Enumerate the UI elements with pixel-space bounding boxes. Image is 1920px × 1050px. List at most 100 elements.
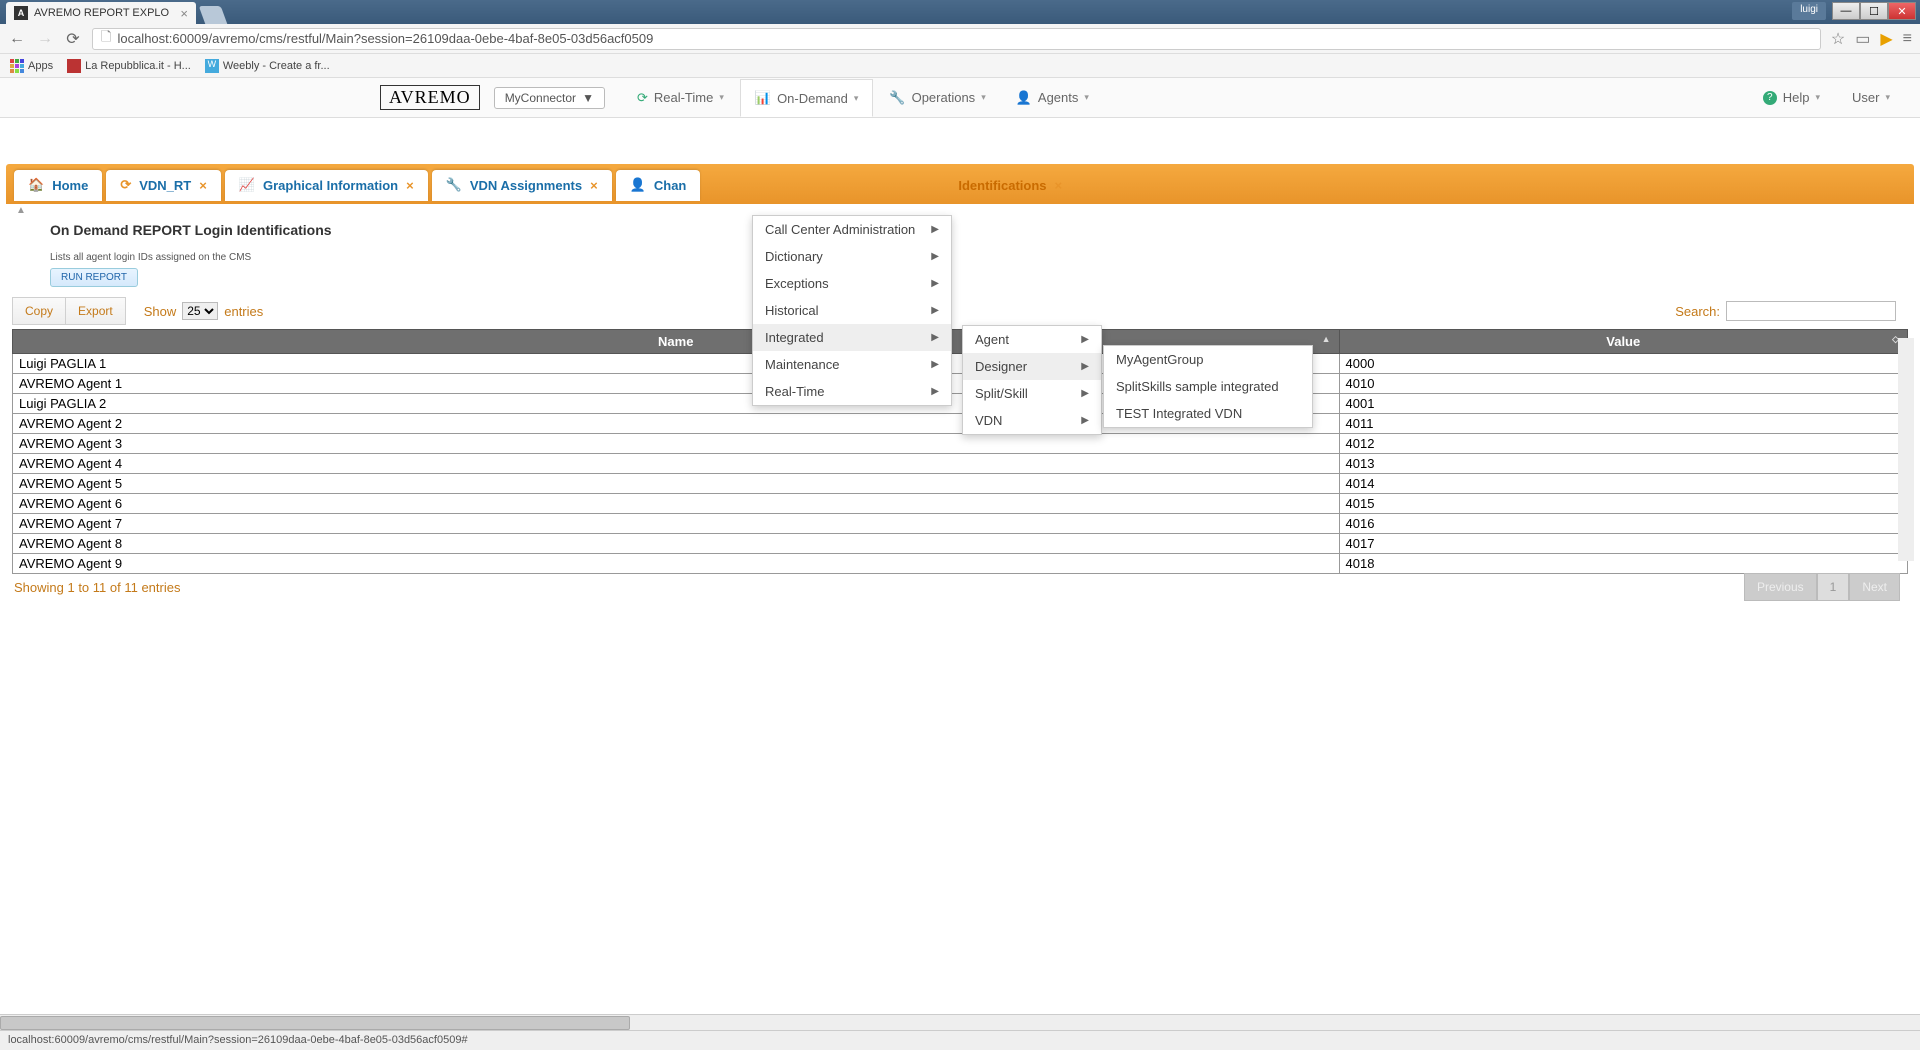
next-page-button[interactable]: Next	[1849, 573, 1900, 601]
export-button[interactable]: Export	[65, 297, 126, 325]
run-report-button[interactable]: RUN REPORT	[50, 268, 138, 287]
search-input[interactable]	[1726, 301, 1896, 321]
dd-realtime-sub[interactable]: Real-Time▶	[753, 378, 951, 405]
dd-integrated[interactable]: Integrated▶	[753, 324, 951, 351]
dd-exceptions[interactable]: Exceptions▶	[753, 270, 951, 297]
chevron-right-icon: ▶	[1081, 334, 1089, 345]
help-menu[interactable]: ? Help ▾	[1753, 84, 1830, 111]
table-row[interactable]: AVREMO Agent 14010	[13, 374, 1908, 394]
reload-button[interactable]: ⟳	[64, 30, 82, 48]
minimize-button[interactable]: —	[1832, 2, 1860, 20]
menu-operations[interactable]: 🔧 Operations ▾	[875, 79, 999, 116]
close-tab-icon[interactable]: ×	[1055, 178, 1063, 193]
chevron-right-icon: ▶	[931, 251, 939, 262]
table-row[interactable]: AVREMO Agent 64015	[13, 494, 1908, 514]
chart-icon: 📈	[239, 177, 255, 193]
table-row[interactable]: AVREMO Agent 84017	[13, 534, 1908, 554]
table-row[interactable]: AVREMO Agent 34012	[13, 434, 1908, 454]
chevron-right-icon: ▶	[931, 359, 939, 370]
scrollbar-thumb[interactable]	[0, 1016, 630, 1030]
dd-splitskills-sample[interactable]: SplitSkills sample integrated	[1104, 373, 1312, 400]
apps-label: Apps	[28, 60, 53, 72]
dd-vdn[interactable]: VDN▶	[963, 407, 1101, 434]
cell-value: 4011	[1339, 414, 1908, 434]
address-bar[interactable]: 🗋 localhost:60009/avremo/cms/restful/Mai…	[92, 28, 1821, 50]
browser-tab-strip: A AVREMO REPORT EXPLO × luigi — ☐ ✕	[0, 0, 1920, 24]
new-tab-button[interactable]	[199, 6, 228, 24]
browser-tab[interactable]: A AVREMO REPORT EXPLO ×	[6, 2, 196, 24]
tab-vdn-rt[interactable]: ⟳ VDN_RT ×	[106, 170, 221, 201]
page-size-select[interactable]: 25	[182, 302, 218, 320]
report-subtitle: Lists all agent login IDs assigned on th…	[50, 252, 1914, 263]
chart-icon: 📊	[755, 90, 771, 106]
connector-dropdown[interactable]: MyConnector ▼	[494, 87, 605, 109]
menu-label: User	[1852, 90, 1879, 105]
bookmark-2[interactable]: W Weebly - Create a fr...	[205, 59, 330, 73]
tab-vdn-assignments[interactable]: 🔧 VDN Assignments ×	[432, 170, 612, 201]
close-tab-icon[interactable]: ×	[590, 178, 598, 193]
play-icon[interactable]: ▶	[1880, 29, 1892, 49]
tab-chan[interactable]: 👤 Chan	[616, 170, 701, 201]
table-row[interactable]: AVREMO Agent 74016	[13, 514, 1908, 534]
copy-button[interactable]: Copy	[12, 297, 65, 325]
table-row[interactable]: AVREMO Agent 94018	[13, 554, 1908, 574]
close-tab-icon[interactable]: ×	[180, 6, 188, 21]
menu-label: Agents	[1038, 90, 1078, 105]
col-value-header[interactable]: Value◇	[1339, 330, 1908, 354]
dd-split-skill[interactable]: Split/Skill▶	[963, 380, 1101, 407]
menu-label: Operations	[912, 90, 976, 105]
dd-historical[interactable]: Historical▶	[753, 297, 951, 324]
horizontal-scrollbar[interactable]	[0, 1014, 1920, 1030]
caret-down-icon: ▾	[1084, 92, 1089, 103]
cell-name: AVREMO Agent 9	[13, 554, 1340, 574]
chevron-right-icon: ▶	[1081, 361, 1089, 372]
bookmark-1[interactable]: La Repubblica.it - H...	[67, 59, 191, 73]
apps-button[interactable]: Apps	[10, 59, 53, 73]
table-row[interactable]: Luigi PAGLIA 14000	[13, 354, 1908, 374]
caret-down-icon: ▼	[582, 91, 594, 105]
dd-test-integrated-vdn[interactable]: TEST Integrated VDN	[1104, 400, 1312, 427]
user-menu[interactable]: User ▾	[1842, 84, 1900, 111]
menu-ondemand[interactable]: 📊 On-Demand ▾	[740, 79, 874, 117]
cell-value: 4015	[1339, 494, 1908, 514]
home-icon: 🏠	[28, 177, 44, 193]
strip-caret-icon[interactable]: ▲	[16, 205, 26, 216]
device-icon[interactable]: ▭	[1855, 29, 1870, 49]
dd-maintenance[interactable]: Maintenance▶	[753, 351, 951, 378]
tab-identifications[interactable]: Identifications ×	[944, 171, 1076, 201]
vertical-scrollbar[interactable]	[1898, 338, 1914, 561]
maximize-button[interactable]: ☐	[1860, 2, 1888, 20]
dd-dictionary[interactable]: Dictionary▶	[753, 243, 951, 270]
logo: AVREMO	[380, 85, 480, 110]
top-nav: AVREMO MyConnector ▼ ⟳ Real-Time ▾ 📊 On-…	[0, 78, 1920, 118]
bookmarks-bar: Apps La Repubblica.it - H... W Weebly - …	[0, 54, 1920, 78]
page-1-button[interactable]: 1	[1817, 573, 1850, 601]
close-tab-icon[interactable]: ×	[406, 178, 414, 193]
caret-down-icon: ▾	[1885, 92, 1890, 103]
dd-call-center-admin[interactable]: Call Center Administration▶	[753, 216, 951, 243]
close-window-button[interactable]: ✕	[1888, 2, 1916, 20]
dd-designer[interactable]: Designer▶	[963, 353, 1101, 380]
close-tab-icon[interactable]: ×	[199, 178, 207, 193]
tab-graphical-info[interactable]: 📈 Graphical Information ×	[225, 170, 428, 201]
browser-user-badge[interactable]: luigi	[1792, 2, 1826, 20]
table-row[interactable]: AVREMO Agent 44013	[13, 454, 1908, 474]
favicon-icon: A	[14, 6, 28, 20]
search-label: Search:	[1675, 304, 1720, 319]
back-button[interactable]: ←	[8, 30, 26, 48]
chevron-right-icon: ▶	[931, 278, 939, 289]
menu-agents[interactable]: 👤 Agents ▾	[1002, 79, 1103, 116]
tab-home[interactable]: 🏠 Home	[14, 170, 102, 201]
table-row[interactable]: AVREMO Agent 24011	[13, 414, 1908, 434]
connector-label: MyConnector	[505, 91, 576, 105]
forward-button[interactable]: →	[36, 30, 54, 48]
prev-page-button[interactable]: Previous	[1744, 573, 1817, 601]
table-row[interactable]: AVREMO Agent 54014	[13, 474, 1908, 494]
menu-realtime[interactable]: ⟳ Real-Time ▾	[623, 79, 738, 116]
menu-icon[interactable]: ≡	[1903, 30, 1912, 48]
star-icon[interactable]: ☆	[1831, 29, 1845, 49]
dd-myagentgroup[interactable]: MyAgentGroup	[1104, 346, 1312, 373]
dd-agent[interactable]: Agent▶	[963, 326, 1101, 353]
person-icon: 👤	[1016, 90, 1032, 106]
table-row[interactable]: Luigi PAGLIA 24001	[13, 394, 1908, 414]
